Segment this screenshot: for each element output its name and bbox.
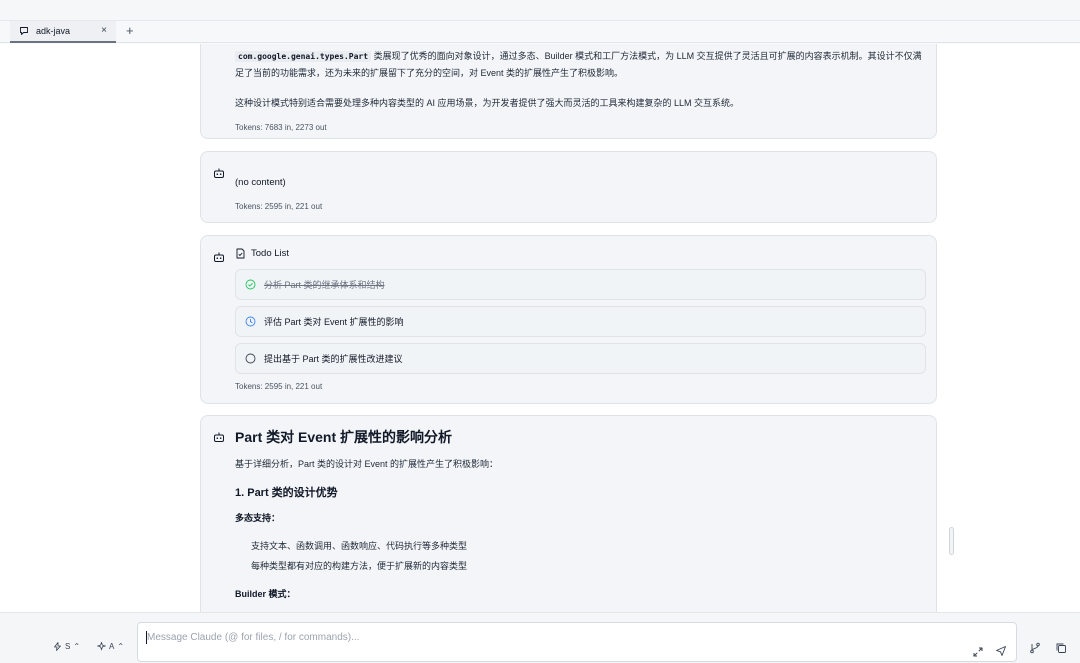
branch-icon[interactable]: [1029, 642, 1041, 654]
inline-code: com.google.genai.types.Part: [235, 51, 372, 62]
bot-icon: [213, 166, 225, 178]
tab-bar: adk-java × +: [0, 21, 1080, 43]
chevron-up-icon: ⌃: [73, 642, 81, 651]
assistant-message: Part 类对 Event 扩展性的影响分析 基于详细分析，Part 类的设计对…: [200, 415, 937, 612]
list-item: 每种类型都有对应的构建方法，便于扩展新的内容类型: [251, 561, 468, 571]
message-content: (no content): [235, 177, 286, 188]
todo-item-label: 分析 Part 类的继承体系和结构: [264, 280, 385, 290]
message-paragraph: 基于详细分析，Part 类的设计对 Event 的扩展性产生了积极影响：: [235, 459, 499, 469]
message-paragraph: 这种设计模式特别适合需要处理多种内容类型的 AI 应用场景，为开发者提供了强大而…: [235, 98, 740, 108]
subsection-label: Builder 模式：: [235, 589, 296, 599]
token-count: Tokens: 2595 in, 221 out: [235, 202, 323, 211]
new-tab-button[interactable]: +: [126, 24, 134, 38]
model-selector[interactable]: S ⌃: [53, 642, 80, 651]
todo-item-pending: 提出基于 Part 类的扩展性改进建议: [235, 343, 926, 374]
copy-icon[interactable]: [1055, 642, 1067, 654]
chevron-up-icon: ⌃: [117, 642, 125, 651]
todo-item-label: 提出基于 Part 类的扩展性改进建议: [264, 354, 403, 364]
todo-item-in-progress: 评估 Part 类对 Event 扩展性的影响: [235, 306, 926, 337]
composer-bar: S ⌃ A ⌃ Message Claude (@ for files, / f…: [0, 612, 1080, 663]
message-input-placeholder: Message Claude (@ for files, / for comma…: [147, 632, 360, 643]
conversation-area[interactable]: com.google.genai.types.Part 类展现了优秀的面向对象设…: [0, 44, 1080, 612]
document-check-icon: [235, 248, 246, 259]
scrollbar-thumb[interactable]: [949, 527, 954, 555]
token-count: Tokens: 2595 in, 221 out: [235, 382, 323, 391]
list-item: 支持文本、函数调用、函数响应、代码执行等多种类型: [251, 541, 468, 551]
message-input[interactable]: Message Claude (@ for files, / for comma…: [137, 622, 1017, 662]
tab-close-button[interactable]: ×: [101, 25, 107, 36]
message-paragraph: com.google.genai.types.Part 类展现了优秀的面向对象设…: [235, 51, 922, 78]
todo-item-completed: 分析 Part 类的继承体系和结构: [235, 269, 926, 300]
todo-item-label: 评估 Part 类对 Event 扩展性的影响: [264, 317, 404, 327]
lightning-icon: [54, 642, 61, 651]
assistant-message: com.google.genai.types.Part 类展现了优秀的面向对象设…: [200, 44, 937, 139]
agent-label: A: [109, 642, 115, 651]
model-label: S: [65, 642, 71, 651]
tab-label: adk-java: [36, 26, 71, 36]
section-heading: 1. Part 类的设计优势: [235, 487, 338, 499]
message-heading: Part 类对 Event 扩展性的影响分析: [235, 429, 453, 445]
send-icon[interactable]: [995, 645, 1007, 657]
tab-adk-java[interactable]: adk-java ×: [10, 21, 116, 43]
chat-icon: [19, 26, 29, 36]
sparkle-icon: [97, 642, 106, 651]
bot-icon: [213, 250, 225, 262]
circle-icon: [245, 353, 256, 364]
subsection-label: 多态支持：: [235, 513, 281, 523]
todo-list-message: Todo List 分析 Part 类的继承体系和结构 评估 Part 类对 E…: [200, 235, 937, 404]
check-circle-icon: [245, 279, 256, 290]
expand-icon[interactable]: [972, 646, 984, 658]
todo-list-title: Todo List: [235, 248, 289, 259]
agent-selector[interactable]: A ⌃: [97, 642, 124, 651]
token-count: Tokens: 7683 in, 2273 out: [235, 123, 327, 132]
title-bar: [0, 0, 1080, 21]
bot-icon: [213, 430, 225, 442]
assistant-message: (no content) Tokens: 2595 in, 221 out: [200, 151, 937, 223]
clock-icon: [245, 316, 256, 327]
